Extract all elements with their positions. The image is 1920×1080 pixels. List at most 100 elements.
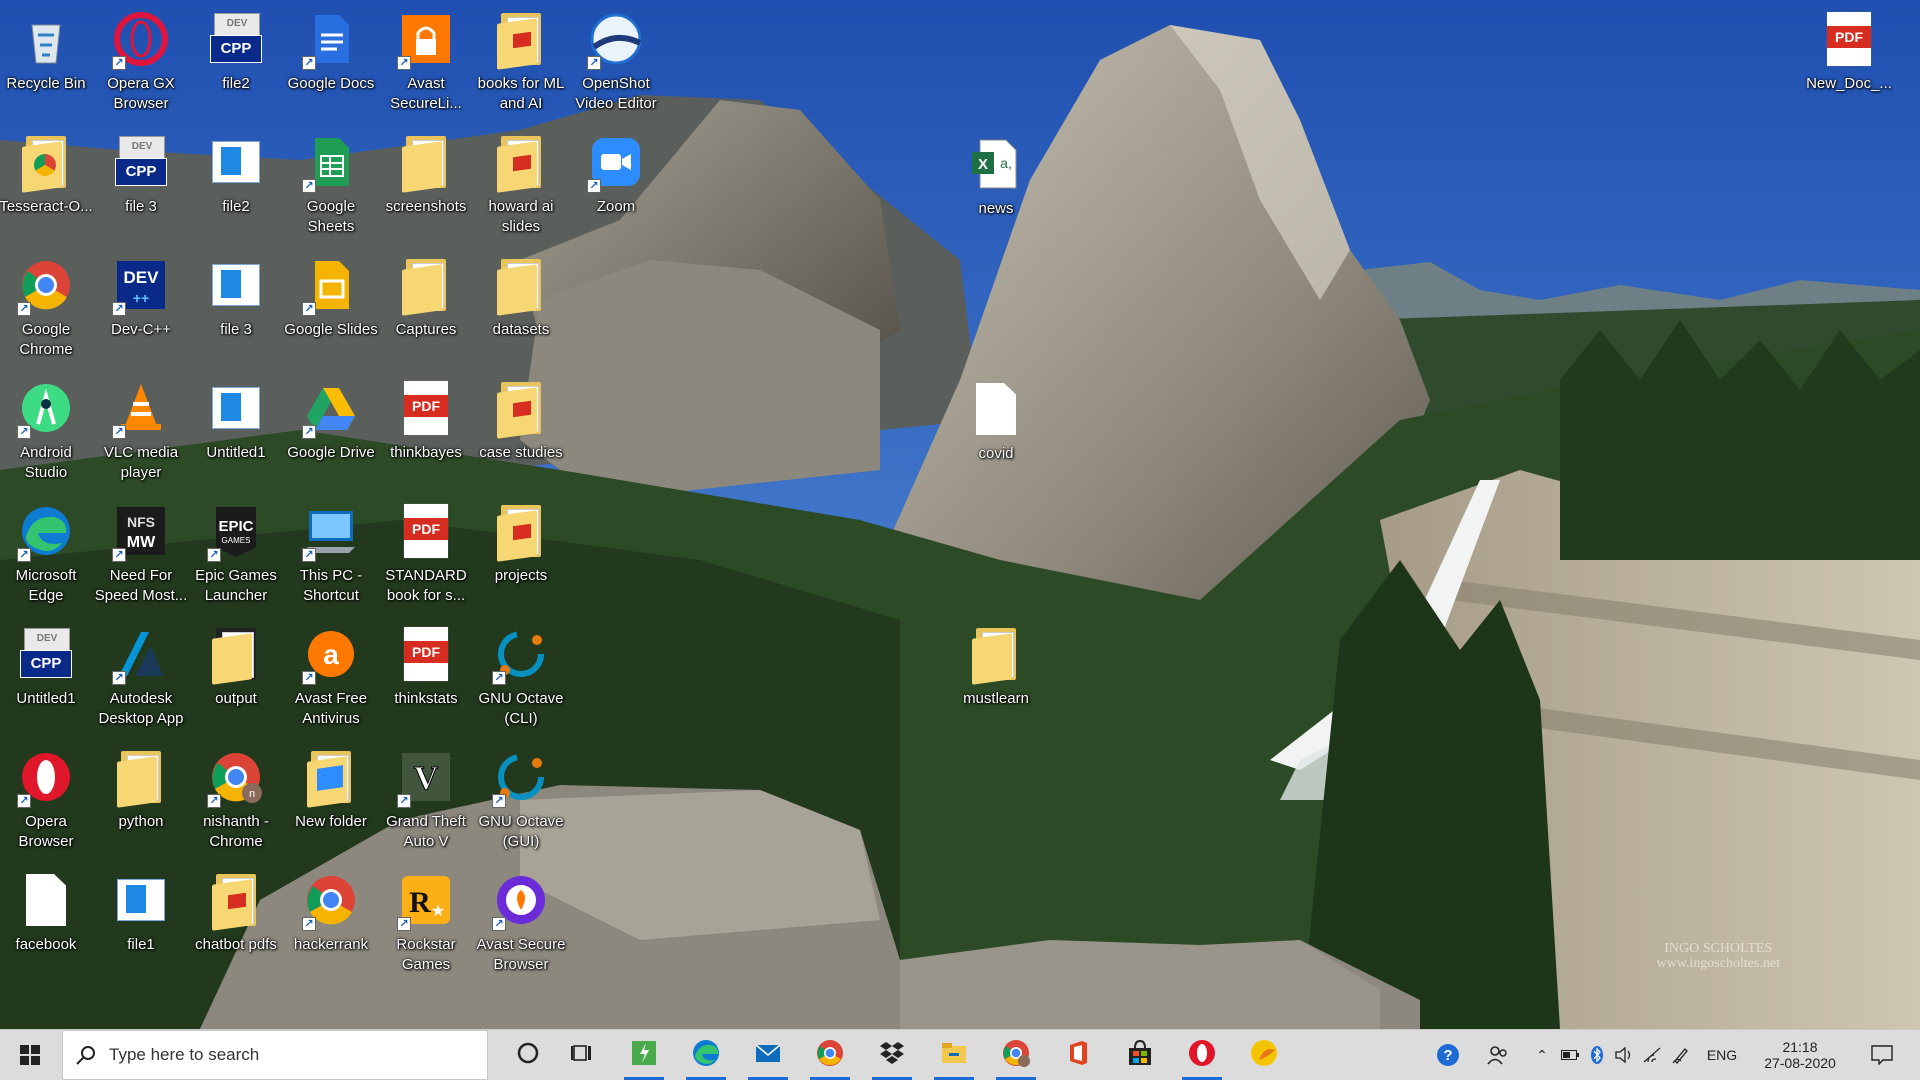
desktop-icon-openshot-video-editor[interactable]: ↗ OpenShot Video Editor (570, 2, 662, 120)
desktop-icon-covid[interactable]: covid (950, 372, 1042, 490)
taskbar-cortana-button[interactable] (498, 1030, 558, 1080)
taskbar-opera-button[interactable] (1172, 1030, 1232, 1080)
pen-tray-icon[interactable] (1668, 1030, 1694, 1080)
taskbar-task-view-button[interactable] (552, 1030, 612, 1080)
desktop-icon-file1[interactable]: file1 (95, 863, 187, 981)
desktop-icon-file2[interactable]: file2 (190, 125, 282, 243)
desktop-icon-thinkbayes[interactable]: PDF thinkbayes (380, 371, 472, 489)
desktop-icon-label: nishanth - Chrome (203, 813, 269, 850)
desktop-icon-nishanth-chrome[interactable]: n ↗ nishanth - Chrome (190, 740, 282, 858)
folder-pdf-icon (490, 500, 552, 562)
desktop-icon-case-studies[interactable]: case studies (475, 371, 567, 489)
gta-icon: V ↗ (395, 746, 457, 808)
desktop-icon-standard-book-for-s[interactable]: PDF STANDARD book for s... (380, 494, 472, 612)
desktop-icon-file2[interactable]: DEV CPP file2 (190, 2, 282, 120)
desktop-icon-tesseract-o[interactable]: Tesseract-O... (0, 125, 93, 243)
desktop-icon-gnu-octave-gui[interactable]: ↗ GNU Octave (GUI) (475, 740, 567, 858)
desktop-icon-python[interactable]: python (95, 740, 187, 858)
desktop-icon-microsoft-edge[interactable]: ↗ Microsoft Edge (0, 494, 92, 612)
chrome-icon: ↗ (300, 869, 362, 931)
desktop-icon-opera-browser[interactable]: ↗ Opera Browser (0, 740, 92, 858)
desktop-icon-vlc-media-player[interactable]: ↗ VLC media player (95, 371, 187, 489)
desktop-icon-facebook[interactable]: facebook (0, 863, 92, 981)
taskbar-edge-button[interactable] (676, 1030, 736, 1080)
taskbar-store-button[interactable] (1110, 1030, 1170, 1080)
desktop-icon-chatbot-pdfs[interactable]: chatbot pdfs (190, 863, 282, 981)
desktop-icon-epic-games-launcher[interactable]: EPIC GAMES ↗ Epic Games Launcher (190, 494, 282, 612)
taskbar-green-app-button[interactable] (614, 1030, 674, 1080)
desktop-icon-label: case studies (479, 444, 563, 461)
start-button[interactable] (0, 1030, 60, 1080)
taskbar-chrome-button[interactable] (800, 1030, 860, 1080)
shortcut-arrow-icon: ↗ (492, 671, 506, 685)
desktop-icon-howard-ai-slides[interactable]: howard ai slides (475, 125, 567, 243)
desktop-icon-hackerrank[interactable]: ↗ hackerrank (285, 863, 377, 981)
desktop-icon-autodesk-desktop-app[interactable]: ↗ Autodesk Desktop App (95, 617, 187, 735)
vlc-icon: ↗ (110, 377, 172, 439)
volume-tray-icon[interactable] (1612, 1030, 1636, 1080)
desktop-icon-google-chrome[interactable]: ↗ Google Chrome (0, 248, 92, 366)
desktop-icon-newdoc[interactable]: PDF New_Doc_... (1803, 2, 1895, 120)
desktop-icon-screenshots[interactable]: screenshots (380, 125, 472, 243)
taskbar-file-explorer-button[interactable] (924, 1030, 984, 1080)
wifi-tray-icon[interactable] (1640, 1030, 1664, 1080)
show-hidden-icons-button[interactable]: ⌃ (1530, 1030, 1554, 1080)
desktop-icon-recycle-bin[interactable]: Recycle Bin (0, 2, 92, 120)
battery-tray-icon[interactable] (1558, 1030, 1582, 1080)
shortcut-arrow-icon: ↗ (492, 794, 506, 808)
bluetooth-tray-icon[interactable] (1586, 1030, 1608, 1080)
desktop-icon-google-docs[interactable]: ↗ Google Docs (285, 2, 377, 120)
action-center-button[interactable] (1862, 1030, 1902, 1080)
desktop-icon-news[interactable]: Xa, news (950, 127, 1042, 245)
desktop-icon-avast-free-antivirus[interactable]: a ↗ Avast Free Antivirus (285, 617, 377, 735)
desktop-icon-dev-c[interactable]: DEV ++ ↗ Dev-C++ (95, 248, 187, 366)
desktop-icon-label: Tesseract-O... (0, 198, 93, 215)
help-tray-icon[interactable]: ? (1430, 1030, 1466, 1080)
desktop-icon-area: Recycle Bin ↗ Opera GX Browser DEV CPP file2 ↗… (0, 0, 1920, 1029)
desktop-icon-thinkstats[interactable]: PDF thinkstats (380, 617, 472, 735)
taskbar-yellow-app-button[interactable] (1234, 1030, 1294, 1080)
desktop-icon-new-folder[interactable]: New folder (285, 740, 377, 858)
desktop-icon-untitled1[interactable]: Untitled1 (190, 371, 282, 489)
desktop-icon-label: file 3 (125, 198, 157, 215)
desktop-icon-captures[interactable]: Captures (380, 248, 472, 366)
desktop-icon-avast-secure-browser[interactable]: ↗ Avast Secure Browser (475, 863, 567, 981)
desktop-icon-projects[interactable]: projects (475, 494, 567, 612)
desktop-icon-datasets[interactable]: datasets (475, 248, 567, 366)
desktop-icon-gnu-octave-cli[interactable]: ↗ GNU Octave (CLI) (475, 617, 567, 735)
desktop-icon-file-3[interactable]: file 3 (190, 248, 282, 366)
taskbar-search-box[interactable]: Type here to search (62, 1030, 488, 1080)
desktop-icon-opera-gx-browser[interactable]: ↗ Opera GX Browser (95, 2, 187, 120)
desktop-icon-label: Google Docs (287, 75, 375, 92)
taskbar-chrome-profile-button[interactable] (986, 1030, 1046, 1080)
taskbar-mail-button[interactable] (738, 1030, 798, 1080)
desktop-icon-this-pc-shortcut[interactable]: ↗ This PC - Shortcut (285, 494, 377, 612)
desktop-icon-mustlearn[interactable]: mustlearn (950, 617, 1042, 735)
desktop-icon-zoom[interactable]: ↗ Zoom (570, 125, 662, 243)
input-language-indicator[interactable]: ENG (1700, 1030, 1744, 1080)
taskbar-dropbox-button[interactable] (862, 1030, 922, 1080)
desktop-icon-need-for-speed-most[interactable]: NFS MW ↗ Need For Speed Most... (95, 494, 187, 612)
desktop-icon-google-sheets[interactable]: ↗ Google Sheets (285, 125, 377, 243)
this-pc-icon: ↗ (300, 500, 362, 562)
avast-icon: a ↗ (300, 623, 362, 685)
clock[interactable]: 21:18 27-08-2020 (1752, 1030, 1848, 1080)
desktop-icon-untitled1[interactable]: DEV CPP Untitled1 (0, 617, 92, 735)
people-icon (1487, 1046, 1507, 1065)
desktop-icon-google-slides[interactable]: ↗ Google Slides (284, 248, 378, 366)
desktop-icon-avast-secureli[interactable]: ↗ Avast SecureLi... (380, 2, 472, 120)
desktop-icon-file-3[interactable]: DEV CPP file 3 (95, 125, 187, 243)
desktop-icon-label: Untitled1 (16, 690, 76, 707)
mail-icon (753, 1038, 783, 1073)
shortcut-arrow-icon: ↗ (302, 179, 316, 193)
taskbar-office-button[interactable] (1048, 1030, 1108, 1080)
windows-file-icon (110, 869, 172, 931)
desktop-icon-output[interactable]: output (190, 617, 282, 735)
desktop-icon-rockstar-games[interactable]: R ★ ↗ Rockstar Games (380, 863, 472, 981)
desktop-icon-books-for-ml-and-ai[interactable]: books for ML and AI (475, 2, 567, 120)
desktop-icon-android-studio[interactable]: ↗ Android Studio (0, 371, 92, 489)
desktop-icon-grand-theft-auto-v[interactable]: V ↗ Grand Theft Auto V (380, 740, 472, 858)
desktop-icon-google-drive[interactable]: ↗ Google Drive (285, 371, 377, 489)
autodesk-icon: ↗ (110, 623, 172, 685)
people-tray-icon[interactable] (1480, 1030, 1516, 1080)
